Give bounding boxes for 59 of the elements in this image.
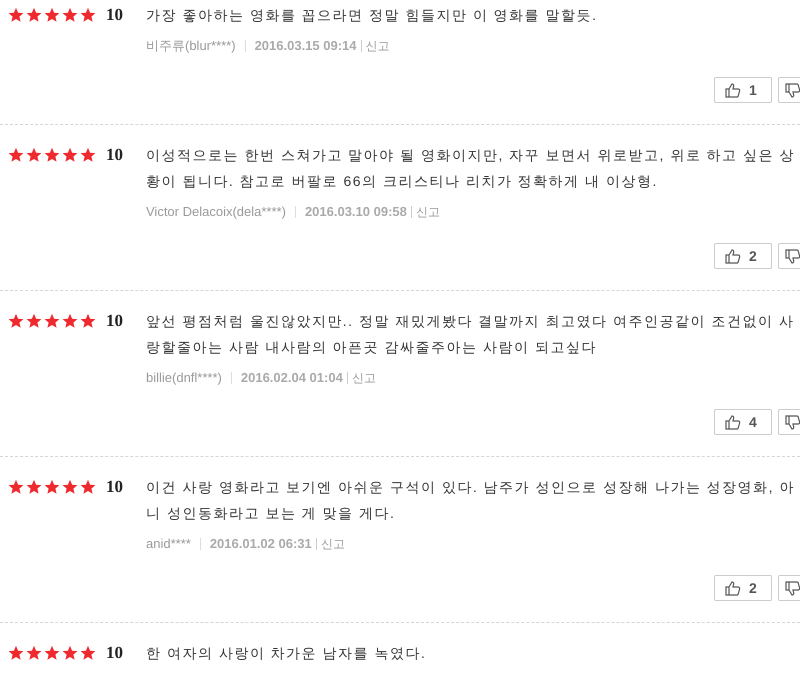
star-icon xyxy=(80,645,96,661)
review-date: 2016.03.15 09:14 xyxy=(254,37,357,56)
thumbs-up-icon xyxy=(725,82,741,98)
author-name[interactable]: Victor Delacoix(dela****) xyxy=(146,202,286,222)
star-icon xyxy=(44,7,60,23)
author-name[interactable]: anid**** xyxy=(146,534,191,554)
star-icon xyxy=(8,313,24,329)
review-text: 이성적으로는 한번 스쳐가고 말아야 될 영화이지만, 자꾸 보면서 위로받고, 위로 하고 싶은 상황이 됩니다. 참고로 버팔로 66의 크리스티나 리치가 정확하게 내 이상형. xyxy=(146,146,796,191)
review-text: 한 여자의 사랑이 차가운 남자를 녹였다. xyxy=(146,644,428,663)
rating-score: 10 xyxy=(106,144,124,166)
star-icon xyxy=(26,479,42,495)
like-button[interactable]: 1 xyxy=(714,77,772,103)
star-icon xyxy=(80,147,96,163)
author-name[interactable]: 비주류(blur****) xyxy=(146,36,236,56)
rating-score: 10 xyxy=(106,4,124,26)
star-icon xyxy=(80,7,96,23)
review-date: 2016.01.02 06:31 xyxy=(210,535,312,554)
star-icon xyxy=(26,7,42,23)
like-button[interactable]: 4 xyxy=(714,409,772,435)
thumbs-down-icon xyxy=(785,82,800,98)
thumbs-up-icon xyxy=(725,414,741,430)
review-date: 2016.03.10 09:58 xyxy=(304,203,407,222)
star-icon xyxy=(62,645,78,661)
report-link[interactable]: 신고 xyxy=(416,203,440,221)
thumbs-up-icon xyxy=(725,248,741,264)
star-icon xyxy=(8,645,24,661)
review-text: 이건 사랑 영화라고 보기엔 아쉬운 구석이 있다. 남주가 성인으로 성장해 나가는 성장영화, 아니 성인동화라고 보는 게 맞을 게다. xyxy=(146,478,796,523)
author-name[interactable]: billie(dnfl****) xyxy=(146,368,222,388)
thumbs-down-icon xyxy=(785,414,800,430)
star-icon xyxy=(62,479,78,495)
star-icon xyxy=(8,7,24,23)
report-link[interactable]: 신고 xyxy=(320,535,345,553)
review-date: 2016.02.04 01:04 xyxy=(240,369,343,388)
star-icon xyxy=(44,313,60,329)
star-icon xyxy=(80,479,96,495)
star-icon xyxy=(44,479,60,495)
review-text: 앞선 평점처럼 울진않았지만.. 정말 재밌게봤다 결말까지 최고였다 여주인공같이 조건없이 사랑할줄아는 사람 내사람의 아픈곳 감싸줄주아는 사람이 되고싶다 xyxy=(146,312,796,357)
star-icon xyxy=(80,313,96,329)
star-icon xyxy=(26,313,42,329)
star-icon xyxy=(62,147,78,163)
star-icon xyxy=(26,147,42,163)
thumbs-down-icon xyxy=(785,248,800,264)
report-link[interactable]: 신고 xyxy=(352,369,376,387)
star-icon xyxy=(8,147,24,163)
rating-score: 10 xyxy=(106,642,124,664)
star-icon xyxy=(62,313,78,329)
star-icon xyxy=(62,7,78,23)
star-icon xyxy=(26,645,42,661)
like-button[interactable]: 2 xyxy=(714,575,772,601)
star-icon xyxy=(44,147,60,163)
rating-score: 10 xyxy=(106,310,124,332)
rating-score: 10 xyxy=(106,476,124,498)
thumbs-down-icon xyxy=(785,580,800,596)
review-text: 가장 좋아하는 영화를 꼽으라면 정말 힘들지만 이 영화를 말할듯. xyxy=(146,6,599,25)
star-icon xyxy=(8,479,24,495)
report-link[interactable]: 신고 xyxy=(366,37,390,55)
thumbs-up-icon xyxy=(725,580,741,596)
like-button[interactable]: 2 xyxy=(714,243,772,269)
star-icon xyxy=(44,645,60,661)
